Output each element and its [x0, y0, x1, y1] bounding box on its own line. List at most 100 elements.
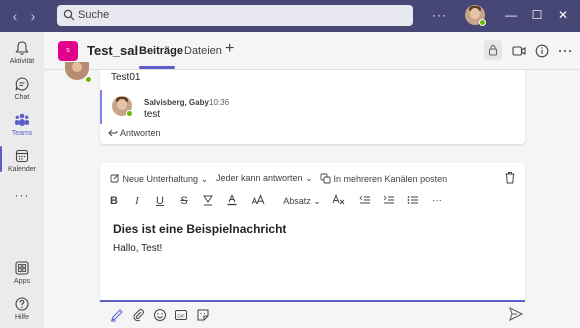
rail-item-teams[interactable]: Teams: [0, 112, 44, 146]
bell-icon: [15, 41, 29, 55]
bulleted-list-button[interactable]: [406, 194, 420, 208]
help-icon: [15, 297, 29, 311]
reply-arrow-icon: [108, 129, 118, 137]
font-size-icon: [251, 194, 265, 205]
paragraph-label: Absatz: [283, 196, 311, 206]
reply-text: test: [144, 109, 161, 120]
minimize-button[interactable]: —: [504, 8, 518, 22]
tab-beitraege[interactable]: Beiträge: [139, 45, 183, 57]
more-icon: [559, 50, 571, 52]
channel-header: s Test_sal Beiträge Dateien +: [44, 32, 580, 70]
message-subject[interactable]: Dies ist eine Beispielnachricht: [113, 222, 286, 236]
reply-permission-dropdown[interactable]: Jeder kann antworten ⌄: [216, 173, 313, 184]
paragraph-dropdown[interactable]: Absatz ⌄: [282, 194, 322, 208]
channel-info-button[interactable]: [484, 40, 502, 60]
chevron-down-icon: ⌄: [305, 173, 313, 183]
app-rail: Aktivität Chat Teams Kalender ··· Apps H…: [0, 32, 44, 328]
emoji-button[interactable]: [153, 308, 167, 322]
multi-channel-label: In mehreren Kanälen posten: [333, 174, 448, 184]
message-text: Test01: [111, 72, 141, 83]
forward-button[interactable]: ›: [26, 8, 40, 24]
paperclip-icon: [133, 309, 144, 322]
format-button[interactable]: [110, 308, 124, 322]
reply-permission-label: Jeder kann antworten: [216, 173, 303, 183]
reply-author: Salvisberg, Gaby: [144, 98, 209, 107]
rail-item-calendar[interactable]: Kalender: [0, 148, 44, 182]
info-button[interactable]: [533, 42, 551, 60]
compose-icon: [110, 174, 119, 183]
more-formatting-button[interactable]: ···: [430, 194, 444, 208]
trash-icon: [505, 172, 515, 184]
chat-icon: [15, 77, 29, 91]
presence-available-icon: [479, 19, 486, 26]
highlight-icon: [203, 195, 213, 206]
increase-indent-button[interactable]: [382, 194, 396, 208]
indent-icon: [383, 195, 394, 204]
gif-button[interactable]: GIF: [174, 308, 188, 322]
presence-available-icon: [126, 110, 133, 117]
presence-available-icon: [85, 76, 92, 83]
emoji-icon: [154, 309, 166, 321]
font-size-button[interactable]: [250, 194, 266, 208]
highlight-button[interactable]: [201, 194, 215, 208]
underline-button[interactable]: U: [154, 194, 166, 208]
meet-button[interactable]: [510, 42, 528, 60]
rail-item-chat[interactable]: Chat: [0, 76, 44, 110]
reply-button[interactable]: Antworten: [108, 128, 161, 138]
maximize-button[interactable]: ☐: [530, 8, 544, 22]
multi-channel-button[interactable]: In mehreren Kanälen posten: [320, 173, 447, 184]
teams-icon: [15, 113, 29, 126]
close-button[interactable]: ✕: [556, 8, 570, 22]
rail-label: Aktivität: [9, 58, 35, 65]
rail-item-activity[interactable]: Aktivität: [0, 40, 44, 74]
back-button[interactable]: ‹: [8, 8, 22, 24]
new-conversation-dropdown[interactable]: Neue Unterhaltung ⌄: [110, 173, 208, 185]
active-tab-indicator: [139, 66, 175, 69]
composer-toolbar: GIF: [100, 302, 525, 328]
message-body[interactable]: Hallo, Test!: [113, 243, 162, 254]
info-icon: [535, 44, 549, 58]
add-tab-button[interactable]: +: [225, 40, 234, 58]
send-button[interactable]: [508, 306, 524, 322]
video-camera-icon: [512, 46, 526, 56]
chevron-down-icon: ⌄: [200, 174, 209, 184]
team-name: Test_sal: [87, 43, 139, 58]
rail-item-apps[interactable]: Apps: [0, 260, 44, 294]
strikethrough-button[interactable]: S: [178, 194, 190, 208]
search-icon: [63, 9, 75, 21]
sticker-button[interactable]: [196, 308, 210, 322]
svg-text:GIF: GIF: [177, 313, 185, 318]
reply-item: Salvisberg, Gaby 10:36 test: [100, 90, 525, 124]
format-pen-icon: [111, 309, 123, 322]
team-avatar: s: [58, 41, 78, 61]
sticker-icon: [197, 309, 209, 321]
rail-label: Chat: [14, 94, 30, 101]
font-color-icon: [227, 194, 237, 206]
chevron-down-icon: ⌄: [313, 196, 321, 206]
channel-content: Test01 Salvisberg, Gaby 10:36 test Antwo…: [44, 62, 580, 328]
reply-button-label: Antworten: [120, 128, 161, 138]
title-bar: ‹ › Suche ··· — ☐ ✕: [0, 0, 580, 32]
delete-draft-button[interactable]: [504, 171, 516, 187]
italic-button[interactable]: I: [131, 194, 143, 208]
new-conversation-label: Neue Unterhaltung: [122, 174, 199, 184]
bulleted-list-icon: [407, 196, 418, 204]
clear-formatting-icon: [332, 194, 345, 205]
clear-formatting-button[interactable]: [332, 194, 346, 208]
more-apps-button[interactable]: ···: [0, 188, 44, 202]
copy-icon: [320, 173, 331, 184]
rail-label: Apps: [14, 278, 30, 285]
font-color-button[interactable]: [225, 194, 239, 208]
rail-item-help[interactable]: Hilfe: [0, 296, 44, 328]
search-input[interactable]: Suche: [57, 5, 413, 26]
tab-dateien[interactable]: Dateien: [184, 45, 222, 57]
message-composer: Neue Unterhaltung ⌄ Jeder kann antworten…: [100, 163, 525, 300]
attach-button[interactable]: [132, 308, 146, 322]
more-options-button[interactable]: [556, 42, 574, 60]
gif-icon: GIF: [175, 310, 187, 320]
lock-icon: [489, 45, 497, 56]
message-thread: Test01 Salvisberg, Gaby 10:36 test Antwo…: [100, 70, 525, 144]
bold-button[interactable]: B: [108, 194, 120, 208]
decrease-indent-button[interactable]: [358, 194, 372, 208]
more-options-button[interactable]: ···: [432, 8, 447, 22]
